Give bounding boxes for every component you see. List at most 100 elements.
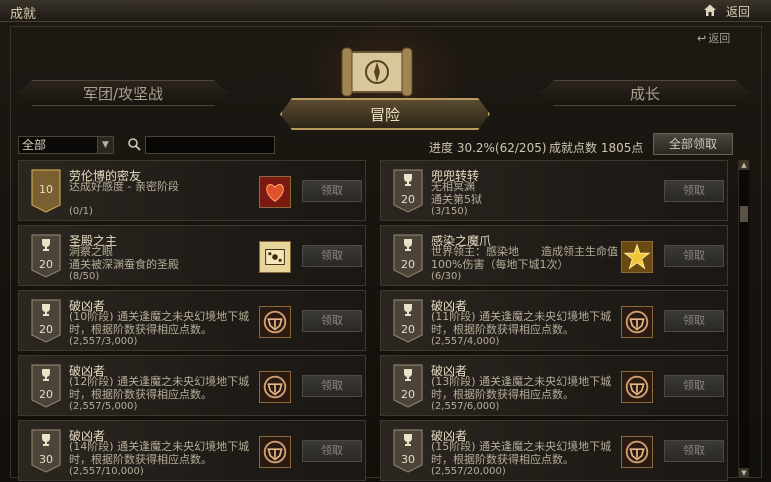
- claim-button[interactable]: 领取: [664, 440, 724, 462]
- emblem-reward-icon[interactable]: [259, 436, 291, 468]
- achievement-progress: (2,557/3,000): [69, 336, 138, 347]
- achievement-card: 30 破凶者 (14阶段) 通关逢魔之未央幻境地下城时，根据阶数获得相应点数。 (2,…: [18, 420, 366, 481]
- achievement-progress: (2,557/10,000): [69, 466, 144, 477]
- trophy-badge: 20: [31, 299, 61, 343]
- home-icon[interactable]: [703, 3, 717, 17]
- achievement-desc: (14阶段) 通关逢魔之未央幻境地下城时，根据阶数获得相应点数。: [69, 440, 250, 466]
- emblem-reward-icon[interactable]: [621, 306, 653, 338]
- trophy-icon: [401, 433, 415, 447]
- achievement-card: 20 兜兜转转 无相冥渊 通关第5狱 (3/150) 领取: [380, 160, 728, 221]
- progress-summary: 进度 30.2%(62/205): [429, 141, 547, 155]
- achievement-card: 20 破凶者 (10阶段) 通关逢魔之未央幻境地下城时，根据阶数获得相应点数。 (2,…: [18, 290, 366, 351]
- claim-button[interactable]: 领取: [302, 180, 362, 202]
- trophy-badge: 20: [393, 364, 423, 408]
- achievement-progress: (2,557/6,000): [431, 401, 500, 412]
- achievement-progress: (6/30): [431, 271, 462, 282]
- category-filter-value: 全部: [22, 138, 47, 152]
- achievement-progress: (3/150): [431, 206, 468, 217]
- points-value: 30: [401, 453, 415, 466]
- chevron-down-icon: ▼: [97, 137, 113, 153]
- emblem-reward-icon[interactable]: [621, 436, 653, 468]
- emblem-reward-icon[interactable]: [259, 306, 291, 338]
- trophy-icon: [39, 433, 53, 447]
- window-title: 成就: [10, 7, 37, 22]
- tab-legion-siege[interactable]: 军团/攻坚战: [18, 80, 228, 106]
- map-reward-icon[interactable]: [259, 241, 291, 273]
- points-value: 30: [39, 453, 53, 466]
- claim-button[interactable]: 领取: [664, 180, 724, 202]
- claim-button[interactable]: 领取: [302, 245, 362, 267]
- scroll-thumb[interactable]: [740, 206, 748, 222]
- scroll-up-icon[interactable]: ▲: [739, 160, 749, 170]
- sub-back-button[interactable]: ↩ 返回: [697, 30, 730, 46]
- trophy-icon: [401, 173, 415, 187]
- scroll-down-icon[interactable]: ▼: [739, 468, 749, 478]
- points-value: 20: [39, 258, 53, 271]
- points-value: 20: [401, 323, 415, 336]
- points-value: 20: [401, 193, 415, 206]
- emblem-reward-icon[interactable]: [259, 371, 291, 403]
- achievement-progress: (2,557/20,000): [431, 466, 506, 477]
- trophy-badge: 20: [31, 234, 61, 278]
- trophy-icon: [401, 368, 415, 382]
- points-value: 20: [39, 388, 53, 401]
- sub-back-label: 返回: [708, 32, 731, 45]
- points-value: 20: [401, 388, 415, 401]
- return-arrow-icon: ↩: [697, 32, 707, 45]
- trophy-badge: 20: [393, 299, 423, 343]
- claim-all-button[interactable]: 全部领取: [653, 133, 733, 155]
- star-reward-icon[interactable]: [621, 241, 653, 273]
- tab-adventure[interactable]: 冒险: [280, 98, 490, 130]
- achievement-card: 30 破凶者 (15阶段) 通关逢魔之未央幻境地下城时，根据阶数获得相应点数。 (2,…: [380, 420, 728, 481]
- achievement-desc: (10阶段) 通关逢魔之未央幻境地下城时，根据阶数获得相应点数。: [69, 310, 250, 336]
- achievement-card: 10 劳伦博的密友 达成好感度 - 亲密阶段 (0/1) 领取: [18, 160, 366, 221]
- search-icon: [128, 138, 141, 151]
- category-filter-select[interactable]: 全部 ▼: [18, 136, 114, 154]
- heart-reward-icon[interactable]: [259, 176, 291, 208]
- trophy-badge: 20: [31, 364, 61, 408]
- search-input[interactable]: [145, 136, 275, 154]
- achievement-desc: 洞察之眼 通关被深渊蚕食的圣殿: [69, 245, 179, 271]
- claim-button[interactable]: 领取: [302, 375, 362, 397]
- achievement-card: 20 破凶者 (13阶段) 通关逢魔之未央幻境地下城时，根据阶数获得相应点数。 (2,…: [380, 355, 728, 416]
- achievement-desc: (12阶段) 通关逢魔之未央幻境地下城时，根据阶数获得相应点数。: [69, 375, 250, 401]
- achievement-progress: (2,557/5,000): [69, 401, 138, 412]
- trophy-badge: 20: [393, 234, 423, 278]
- achievement-desc: 无相冥渊 通关第5狱: [431, 180, 482, 206]
- claim-button[interactable]: 领取: [302, 440, 362, 462]
- points-summary: 成就点数 1805点: [549, 141, 644, 155]
- title-bar: 成就 返回: [0, 0, 771, 22]
- achievement-desc: (15阶段) 通关逢魔之未央幻境地下城时，根据阶数获得相应点数。: [431, 440, 612, 466]
- claim-button[interactable]: 领取: [664, 310, 724, 332]
- emblem-reward-icon[interactable]: [621, 371, 653, 403]
- trophy-icon: [401, 303, 415, 317]
- achievement-card: 20 破凶者 (11阶段) 通关逢魔之未央幻境地下城时，根据阶数获得相应点数。 (2,…: [380, 290, 728, 351]
- trophy-icon: [401, 238, 415, 252]
- trophy-badge: 30: [31, 429, 61, 473]
- claim-button[interactable]: 领取: [664, 375, 724, 397]
- points-value: 20: [401, 258, 415, 271]
- achievement-desc: 世界领主：感染地 造成领主生命值100%伤害（每地下城1次）: [431, 245, 618, 271]
- points-badge: 10: [31, 169, 61, 213]
- achievement-window: 成就 返回 ↩ 返回 军团/攻坚战 冒险 成长 全部 ▼ 进度 30.2%(62/…: [0, 0, 771, 482]
- list-scrollbar[interactable]: ▲ ▼: [738, 160, 749, 478]
- trophy-icon: [39, 238, 53, 252]
- claim-button[interactable]: 领取: [664, 245, 724, 267]
- achievement-list: 10 劳伦博的密友 达成好感度 - 亲密阶段 (0/1) 领取 20 兜兜转转 无相冥渊 通关…: [18, 160, 736, 482]
- achievement-progress: (2,557/4,000): [431, 336, 500, 347]
- trophy-icon: [39, 368, 53, 382]
- trophy-badge: 30: [393, 429, 423, 473]
- achievement-card: 20 破凶者 (12阶段) 通关逢魔之未央幻境地下城时，根据阶数获得相应点数。 (2,…: [18, 355, 366, 416]
- achievement-desc: 达成好感度 - 亲密阶段: [69, 180, 179, 193]
- achievement-progress: (8/50): [69, 271, 100, 282]
- tab-growth[interactable]: 成长: [540, 80, 750, 106]
- achievement-progress: (0/1): [69, 206, 93, 217]
- window-back-button[interactable]: 返回: [726, 3, 750, 20]
- points-value: 20: [39, 323, 53, 336]
- claim-button[interactable]: 领取: [302, 310, 362, 332]
- achievement-card: 20 感染之魔爪 世界领主：感染地 造成领主生命值100%伤害（每地下城1次） (6/…: [380, 225, 728, 286]
- trophy-icon: [39, 303, 53, 317]
- achievement-card: 20 圣殿之主 洞察之眼 通关被深渊蚕食的圣殿 (8/50) 领取: [18, 225, 366, 286]
- points-value: 10: [39, 183, 53, 196]
- achievement-desc: (11阶段) 通关逢魔之未央幻境地下城时，根据阶数获得相应点数。: [431, 310, 612, 336]
